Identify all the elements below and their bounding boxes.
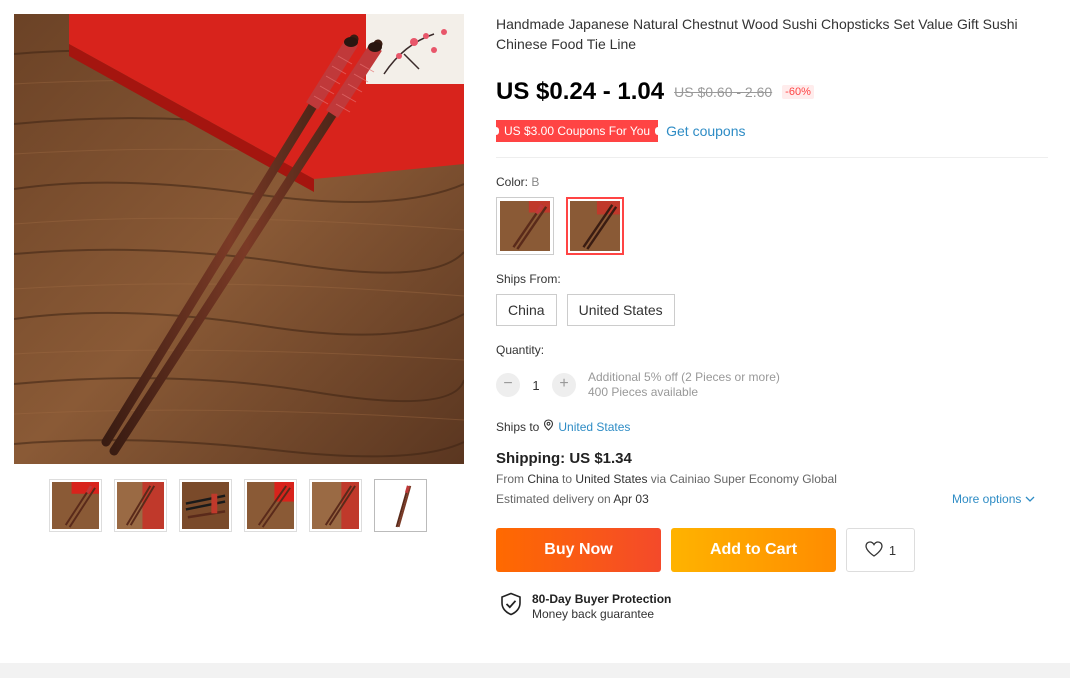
ships-from-china[interactable]: China xyxy=(496,294,557,326)
main-product-image[interactable] xyxy=(14,14,464,464)
buyer-protection: 80-Day Buyer Protection Money back guara… xyxy=(500,592,671,621)
quantity-stepper: − 1 + Additional 5% off (2 Pieces or mor… xyxy=(496,370,780,400)
get-coupons-link[interactable]: Get coupons xyxy=(666,123,745,139)
thumbnail[interactable] xyxy=(309,479,362,532)
thumbnail[interactable] xyxy=(374,479,427,532)
quantity-minus-button[interactable]: − xyxy=(496,373,520,397)
coupon-badge[interactable]: US $3.00 Coupons For You xyxy=(492,120,662,142)
quantity-value[interactable]: 1 xyxy=(520,378,552,393)
color-label: Color: xyxy=(496,175,529,189)
to-word: to xyxy=(562,472,573,486)
buy-now-button[interactable]: Buy Now xyxy=(496,528,661,572)
shipping-method: via Cainiao Super Economy Global xyxy=(650,472,837,486)
divider xyxy=(496,157,1048,158)
pieces-available: 400 Pieces available xyxy=(588,385,699,399)
thumbnail-strip xyxy=(49,479,427,532)
more-options-link[interactable]: More options xyxy=(952,492,1035,506)
from-country: China xyxy=(527,472,559,486)
ships-to-country-link[interactable]: United States xyxy=(558,420,630,434)
discount-badge: -60% xyxy=(782,85,814,99)
shield-check-icon xyxy=(500,592,522,621)
quantity-note: Additional 5% off (2 Pieces or more) 400… xyxy=(588,370,780,400)
shipping-cost: Shipping: US $1.34 xyxy=(496,450,632,467)
ships-from-options: China United States xyxy=(496,294,675,326)
color-selected-value: B xyxy=(531,175,540,189)
thumbnail[interactable] xyxy=(244,479,297,532)
more-options-label: More options xyxy=(952,492,1022,506)
quantity-label: Quantity: xyxy=(496,343,545,357)
estimated-delivery: Estimated delivery on Apr 03 xyxy=(496,492,649,506)
protection-title: 80-Day Buyer Protection xyxy=(532,592,672,606)
thumbnail[interactable] xyxy=(179,479,232,532)
delivery-date: Apr 03 xyxy=(613,492,649,506)
heart-icon xyxy=(865,540,883,560)
wishlist-button[interactable]: 1 xyxy=(846,528,915,572)
original-price: US $0.60 - 2.60 xyxy=(674,84,773,100)
product-page: Handmade Japanese Natural Chestnut Wood … xyxy=(0,0,1070,678)
quantity-plus-button[interactable]: + xyxy=(552,373,576,397)
ships-from-label: Ships From: xyxy=(496,272,561,286)
color-option-b[interactable] xyxy=(566,197,624,255)
page-footer-band xyxy=(0,663,1070,678)
ships-to-label: Ships to xyxy=(496,419,540,434)
shipping-route: From China to United States via Cainiao … xyxy=(496,472,837,486)
price-row: US $0.24 - 1.04 US $0.60 - 2.60 -60% xyxy=(496,78,814,106)
color-label-row: Color: B xyxy=(496,175,539,189)
from-prefix: From xyxy=(496,472,524,486)
delivery-prefix: Estimated delivery on xyxy=(496,492,611,506)
product-title: Handmade Japanese Natural Chestnut Wood … xyxy=(496,16,1018,52)
chevron-down-icon xyxy=(1025,492,1035,506)
protection-subtitle: Money back guarantee xyxy=(532,607,655,621)
add-to-cart-button[interactable]: Add to Cart xyxy=(671,528,836,572)
thumbnail[interactable] xyxy=(49,479,102,532)
wishlist-count: 1 xyxy=(888,542,897,558)
bulk-discount-note: Additional 5% off (2 Pieces or more) xyxy=(588,370,780,384)
ships-to-row: Ships to United States xyxy=(496,419,630,434)
ships-from-united-states[interactable]: United States xyxy=(566,294,675,326)
thumbnail[interactable] xyxy=(114,479,167,532)
location-pin-icon xyxy=(543,419,554,434)
color-option-a[interactable] xyxy=(496,197,554,255)
coupon-row: US $3.00 Coupons For You Get coupons xyxy=(492,120,746,142)
current-price: US $0.24 - 1.04 xyxy=(496,78,665,105)
color-options xyxy=(496,197,624,255)
to-country: United States xyxy=(575,472,648,486)
